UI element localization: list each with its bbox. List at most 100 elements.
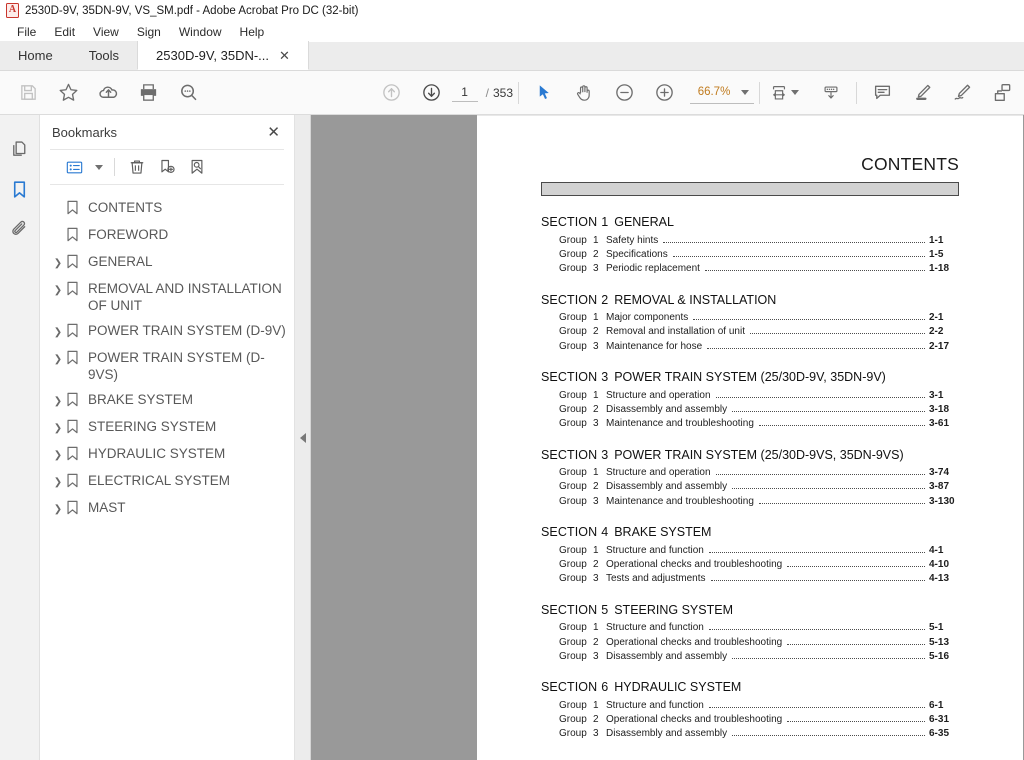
chevron-right-icon[interactable]: ❯ <box>50 391 66 410</box>
zoom-in-button[interactable] <box>644 71 684 115</box>
menu-item-view[interactable]: View <box>84 23 128 41</box>
group-page-number: 3-130 <box>929 496 959 507</box>
sign-tool-button[interactable] <box>942 71 982 115</box>
stamp-tool-button[interactable] <box>982 71 1022 115</box>
comment-tool-button[interactable] <box>862 71 902 115</box>
document-viewport[interactable]: CONTENTS SECTION1GENERALGroup1Safety hin… <box>311 115 1024 760</box>
toc-group-row[interactable]: Group1Structure and operation3-74 <box>541 466 959 480</box>
page-thumbnails-icon[interactable] <box>3 129 37 169</box>
toc-group-row[interactable]: Group1Safety hints1-1 <box>541 233 959 247</box>
fit-page-width-button[interactable] <box>765 71 805 115</box>
toc-group-row[interactable]: Group2Specifications1-5 <box>541 247 959 261</box>
toc-group-row[interactable]: Group2Operational checks and troubleshoo… <box>541 713 959 727</box>
toc-group-row[interactable]: Group1Major components2-1 <box>541 311 959 325</box>
previous-page-button[interactable] <box>372 71 412 115</box>
page-number-input[interactable] <box>452 83 478 102</box>
toc-group-row[interactable]: Group2Disassembly and assembly3-18 <box>541 402 959 416</box>
toc-group-row[interactable]: Group1Structure and function6-1 <box>541 698 959 712</box>
bookmark-item[interactable]: ❯POWER TRAIN SYSTEM (D-9VS) <box>40 345 294 387</box>
print-button[interactable] <box>128 71 168 115</box>
toc-group-row[interactable]: Group3Maintenance and troubleshooting3-6… <box>541 417 959 431</box>
toc-group-row[interactable]: Group3Tests and adjustments4-13 <box>541 572 959 586</box>
chevron-right-icon[interactable]: ❯ <box>50 499 66 518</box>
menu-item-file[interactable]: File <box>8 23 45 41</box>
toc-group-row[interactable]: Group2Disassembly and assembly3-87 <box>541 480 959 494</box>
close-icon[interactable]: ✕ <box>263 123 284 142</box>
search-button[interactable] <box>168 71 208 115</box>
toc-group-row[interactable]: Group1Structure and function4-1 <box>541 543 959 557</box>
bookmark-item[interactable]: ❯FOREWORD <box>40 222 294 249</box>
zoom-level-selector[interactable]: 66.7% <box>690 82 754 104</box>
new-bookmark-icon[interactable] <box>153 154 181 180</box>
group-title: Removal and installation of unit <box>606 326 745 337</box>
toc-group-row[interactable]: Group3Maintenance and troubleshooting3-1… <box>541 494 959 508</box>
hand-tool-button[interactable] <box>564 71 604 115</box>
toc-group-row[interactable]: Group2Operational checks and troubleshoo… <box>541 635 959 649</box>
chevron-right-icon[interactable]: ❯ <box>50 280 66 299</box>
toc-group-row[interactable]: Group1Structure and operation3-1 <box>541 388 959 402</box>
attachments-icon[interactable] <box>3 209 37 249</box>
delete-bookmark-icon[interactable] <box>123 154 151 180</box>
chevron-right-icon[interactable]: ❯ <box>50 418 66 437</box>
group-page-number: 2-17 <box>929 341 959 352</box>
tab-tools[interactable]: Tools <box>71 41 137 70</box>
bookmarks-icon[interactable] <box>3 169 37 209</box>
bookmark-item[interactable]: ❯MAST <box>40 495 294 522</box>
find-bookmark-icon[interactable] <box>183 154 211 180</box>
chevron-right-icon[interactable]: ❯ <box>50 445 66 464</box>
page-title: CONTENTS <box>541 154 959 175</box>
group-word: Group <box>559 235 593 246</box>
tab-home[interactable]: Home <box>0 41 71 70</box>
chevron-right-icon[interactable]: ❯ <box>50 322 66 341</box>
panel-collapse-handle[interactable] <box>295 115 311 760</box>
toc-group-row[interactable]: Group3Periodic replacement1-18 <box>541 261 959 275</box>
scroll-mode-button[interactable] <box>811 71 851 115</box>
chevron-down-icon-bookmarks[interactable] <box>95 165 103 170</box>
leader-dots <box>759 503 925 504</box>
chevron-right-icon[interactable]: ❯ <box>50 253 66 272</box>
toc-group-row[interactable]: Group3Disassembly and assembly5-16 <box>541 649 959 663</box>
group-title: Maintenance for hose <box>606 341 702 352</box>
toc-group-row[interactable]: Group3Disassembly and assembly6-35 <box>541 727 959 741</box>
tab-document[interactable]: 2530D-9V, 35DN-... ✕ <box>137 41 309 70</box>
toc-group-row[interactable]: Group1Structure and function5-1 <box>541 621 959 635</box>
select-tool-button[interactable] <box>524 71 564 115</box>
bookmark-item[interactable]: ❯REMOVAL AND INSTALLATION OF UNIT <box>40 276 294 318</box>
toc-group-row[interactable]: Group3Maintenance for hose2-17 <box>541 339 959 353</box>
pdf-page: CONTENTS SECTION1GENERALGroup1Safety hin… <box>477 115 1023 760</box>
chevron-right-icon[interactable]: ❯ <box>50 349 66 368</box>
bookmark-item[interactable]: ❯POWER TRAIN SYSTEM (D-9V) <box>40 318 294 345</box>
add-to-favorites-button[interactable] <box>48 71 88 115</box>
toc-group-row[interactable]: Group2Operational checks and troubleshoo… <box>541 557 959 571</box>
acrobat-logo-icon <box>6 3 19 18</box>
toc-section: SECTION6HYDRAULIC SYSTEMGroup1Structure … <box>541 680 959 741</box>
menu-item-window[interactable]: Window <box>170 23 231 41</box>
close-icon[interactable]: ✕ <box>279 49 290 62</box>
group-word: Group <box>559 390 593 401</box>
highlight-tool-button[interactable] <box>902 71 942 115</box>
upload-to-cloud-button[interactable] <box>88 71 128 115</box>
bookmark-item[interactable]: ❯BRAKE SYSTEM <box>40 387 294 414</box>
group-word: Group <box>559 418 593 429</box>
menu-item-edit[interactable]: Edit <box>45 23 84 41</box>
chevron-down-icon-fit[interactable] <box>791 90 799 95</box>
menu-item-help[interactable]: Help <box>231 23 274 41</box>
menu-item-sign[interactable]: Sign <box>128 23 170 41</box>
save-button[interactable] <box>8 71 48 115</box>
bookmark-item[interactable]: ❯HYDRAULIC SYSTEM <box>40 441 294 468</box>
chevron-down-icon[interactable] <box>741 90 749 95</box>
bookmark-item[interactable]: ❯CONTENTS <box>40 195 294 222</box>
chevron-right-icon[interactable]: ❯ <box>50 472 66 491</box>
bookmark-icon <box>66 199 88 215</box>
bookmark-options-icon[interactable] <box>60 154 88 180</box>
zoom-out-button[interactable] <box>604 71 644 115</box>
toc-group-row[interactable]: Group2Removal and installation of unit2-… <box>541 325 959 339</box>
bookmark-item[interactable]: ❯GENERAL <box>40 249 294 276</box>
group-title: Structure and function <box>606 545 704 556</box>
bookmark-item[interactable]: ❯STEERING SYSTEM <box>40 414 294 441</box>
next-page-button[interactable] <box>412 71 452 115</box>
group-word: Group <box>559 714 593 725</box>
bookmark-item[interactable]: ❯ELECTRICAL SYSTEM <box>40 468 294 495</box>
toolbar-divider <box>518 82 519 104</box>
group-number: 1 <box>593 235 606 246</box>
